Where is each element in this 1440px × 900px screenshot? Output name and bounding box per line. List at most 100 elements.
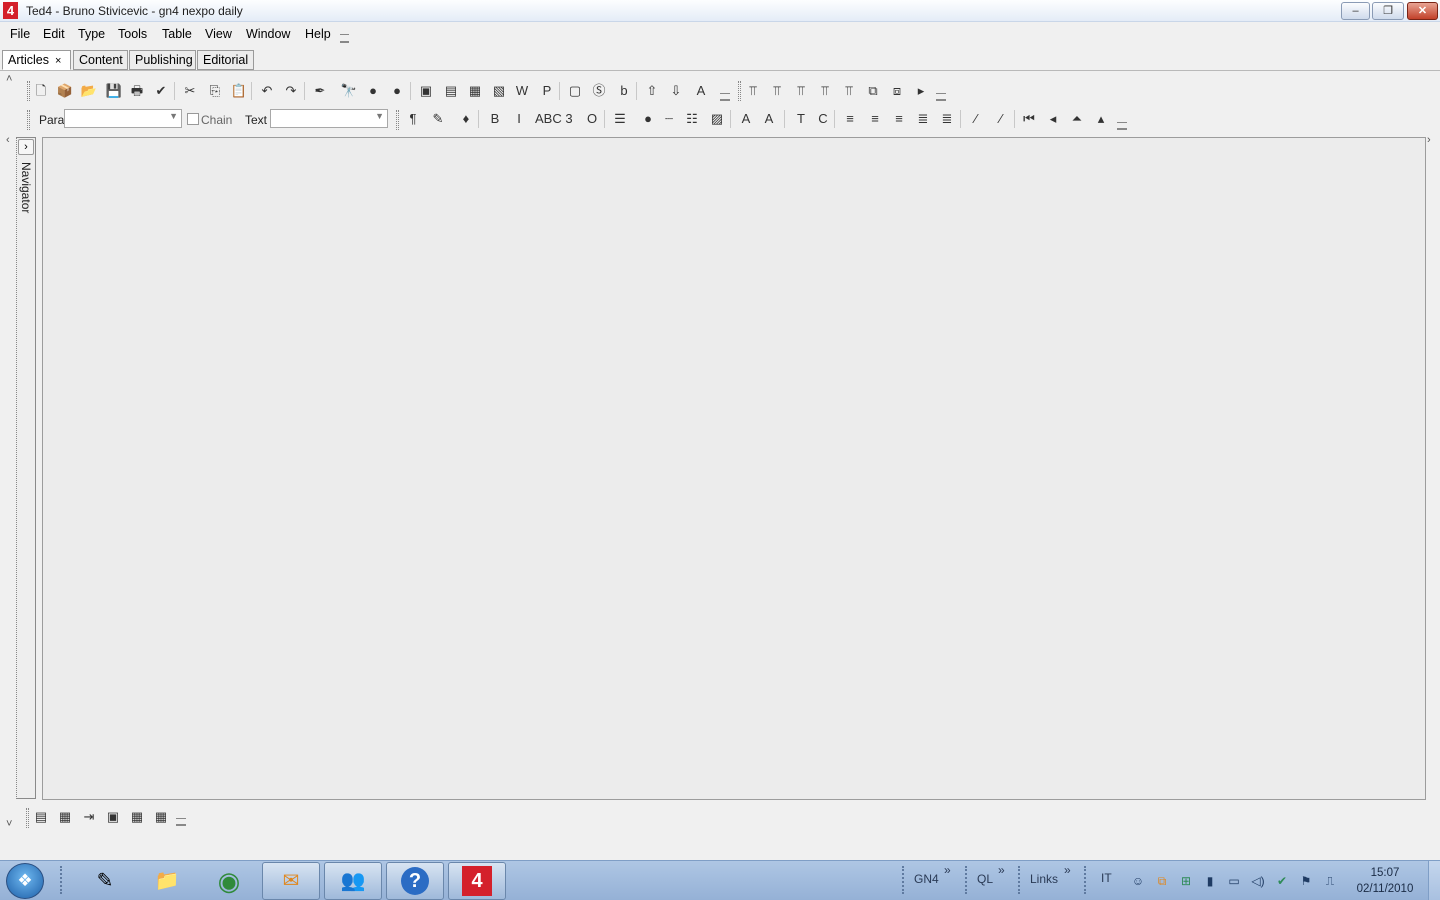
frame-icon[interactable]: ▣ — [417, 82, 435, 100]
more-arrow-icon[interactable]: ▸ — [912, 82, 930, 100]
taskbar-ted4-button[interactable]: 4 — [448, 862, 506, 900]
copy-icon[interactable]: ⎘ — [206, 82, 224, 100]
menu-window[interactable]: Window — [246, 27, 290, 41]
table-row-above-icon[interactable]: ⫪ — [744, 82, 762, 100]
network-user-icon[interactable]: ☺ — [1130, 873, 1146, 889]
first-icon[interactable]: ⏮ — [1020, 110, 1038, 128]
toolbar-grip[interactable] — [902, 866, 905, 894]
taskbar-notes-button[interactable]: ✎ — [76, 862, 134, 900]
taskbar-help-button[interactable]: ? — [386, 862, 444, 900]
p-icon[interactable]: P — [538, 82, 556, 100]
scroll-left-icon[interactable]: ‹ — [6, 134, 10, 146]
tab-publishing[interactable]: Publishing — [129, 50, 196, 70]
toolbar-grip[interactable] — [1018, 866, 1021, 894]
restore-button[interactable]: ❐ — [1372, 2, 1404, 20]
editor-area[interactable] — [42, 137, 1426, 800]
align-right-icon[interactable]: ≡ — [866, 110, 884, 128]
export-icon[interactable]: Ⓢ — [590, 82, 608, 100]
package-icon[interactable]: 📦 — [56, 82, 74, 100]
scroll-up-icon[interactable]: ˄ — [6, 73, 12, 85]
chain-checkbox[interactable] — [187, 113, 199, 125]
table-icon[interactable]: ▦ — [152, 808, 170, 826]
redo-icon[interactable]: ↷ — [282, 82, 300, 100]
menu-view[interactable]: View — [205, 27, 232, 41]
lock-frame-icon[interactable]: ▤ — [442, 82, 460, 100]
align-center-icon[interactable]: ≡ — [890, 110, 908, 128]
link-down-icon[interactable]: ⇩ — [667, 82, 685, 100]
blog-icon[interactable]: b — [615, 82, 633, 100]
numbered-list-icon[interactable]: ☷ — [683, 110, 701, 128]
link-up-icon[interactable]: ⇧ — [643, 82, 661, 100]
tab-editorial[interactable]: Editorial — [197, 50, 254, 70]
chevron-icon[interactable]: » — [998, 863, 1005, 877]
taskbar-messenger-button[interactable]: 👥 — [324, 862, 382, 900]
flag-icon[interactable]: ⚑ — [1298, 873, 1314, 889]
toolbar-grip[interactable] — [27, 81, 30, 101]
line-icon[interactable]: ┈ — [660, 110, 678, 128]
windows-flag-icon[interactable]: ⊞ — [1178, 873, 1194, 889]
toolbar-overflow-icon[interactable] — [1117, 122, 1127, 130]
clock[interactable]: 15:07 02/11/2010 — [1350, 865, 1420, 897]
up-icon[interactable]: ▴ — [1092, 110, 1110, 128]
doc-copy-icon[interactable]: ▨ — [708, 110, 726, 128]
find-icon[interactable]: 🔭 — [340, 82, 358, 100]
table-row-below-icon[interactable]: ⫪ — [768, 82, 786, 100]
undo-icon[interactable]: ↶ — [258, 82, 276, 100]
view-list-icon[interactable]: ▤ — [32, 808, 50, 826]
navigator-expand-button[interactable]: › — [18, 139, 34, 155]
tab-content[interactable]: Content — [73, 50, 128, 70]
indent-icon[interactable]: ⇥ — [80, 808, 98, 826]
globe-icon[interactable]: ● — [364, 82, 382, 100]
outlook-tray-icon[interactable]: ⧉ — [1154, 873, 1170, 889]
taskbar-chrome-button[interactable]: ◉ — [200, 862, 258, 900]
close-button[interactable]: ✕ — [1407, 2, 1438, 20]
open-icon[interactable]: 📂 — [80, 82, 98, 100]
text-t-icon[interactable]: T — [792, 110, 810, 128]
taskbar-grip[interactable] — [60, 866, 63, 894]
gn4-toolbar[interactable]: GN4 — [914, 872, 939, 886]
toolbar-overflow-icon[interactable] — [720, 93, 730, 101]
language-indicator[interactable]: IT — [1101, 871, 1112, 885]
top-icon[interactable]: ⏶ — [1068, 110, 1086, 128]
toolbar-grip[interactable] — [1084, 866, 1087, 894]
menu-file[interactable]: File — [10, 27, 30, 41]
bold-icon[interactable]: B — [486, 110, 504, 128]
toolbar-grip[interactable] — [26, 808, 29, 828]
view-table-icon[interactable]: ▦ — [56, 808, 74, 826]
menu-help[interactable]: Help — [305, 27, 331, 41]
links-toolbar[interactable]: Links — [1030, 872, 1058, 886]
font-grow-icon[interactable]: A — [737, 110, 755, 128]
folder-icon[interactable]: ▢ — [566, 82, 584, 100]
tab-articles[interactable]: Articles × — [2, 50, 71, 70]
signal-icon[interactable]: ▮ — [1202, 873, 1218, 889]
prev-icon[interactable]: ◂ — [1044, 110, 1062, 128]
toolbar-grip[interactable] — [965, 866, 968, 894]
cut-icon[interactable]: ✂ — [181, 82, 199, 100]
toolbar-grip[interactable] — [738, 81, 741, 101]
para-style-select[interactable]: ▼ — [64, 109, 182, 128]
app-icon[interactable]: 4 — [3, 2, 18, 19]
table-split-icon[interactable]: ⧈ — [888, 82, 906, 100]
menu-tools[interactable]: Tools — [118, 27, 147, 41]
ink-icon[interactable]: ♦ — [457, 110, 475, 128]
print-icon[interactable]: 🖶 — [128, 82, 146, 100]
number-icon[interactable]: 3 — [560, 110, 578, 128]
usb-icon[interactable]: ⎍ — [1322, 873, 1338, 889]
align-left-icon[interactable]: ≡ — [841, 110, 859, 128]
scroll-down-icon[interactable]: ˅ — [6, 818, 12, 830]
table-col-left-icon[interactable]: ⫪ — [792, 82, 810, 100]
pilcrow-icon[interactable]: ¶ — [404, 110, 422, 128]
toolbar-overflow-icon[interactable] — [936, 93, 946, 101]
bullet-list-icon[interactable]: ☰ — [611, 110, 629, 128]
table-delete-icon[interactable]: ⫪ — [840, 82, 858, 100]
word-icon[interactable]: W — [513, 82, 531, 100]
chevron-icon[interactable]: » — [944, 863, 951, 877]
italic-icon[interactable]: I — [510, 110, 528, 128]
new-icon[interactable]: 🗋 — [32, 82, 50, 100]
paste-icon[interactable]: 📋 — [230, 82, 248, 100]
globe-refresh-icon[interactable]: ● — [388, 82, 406, 100]
frames-edit-icon[interactable]: ▧ — [490, 82, 508, 100]
grid-icon[interactable]: ▦ — [128, 808, 146, 826]
tab-close-icon[interactable]: × — [55, 55, 61, 67]
chevron-icon[interactable]: » — [1064, 863, 1071, 877]
